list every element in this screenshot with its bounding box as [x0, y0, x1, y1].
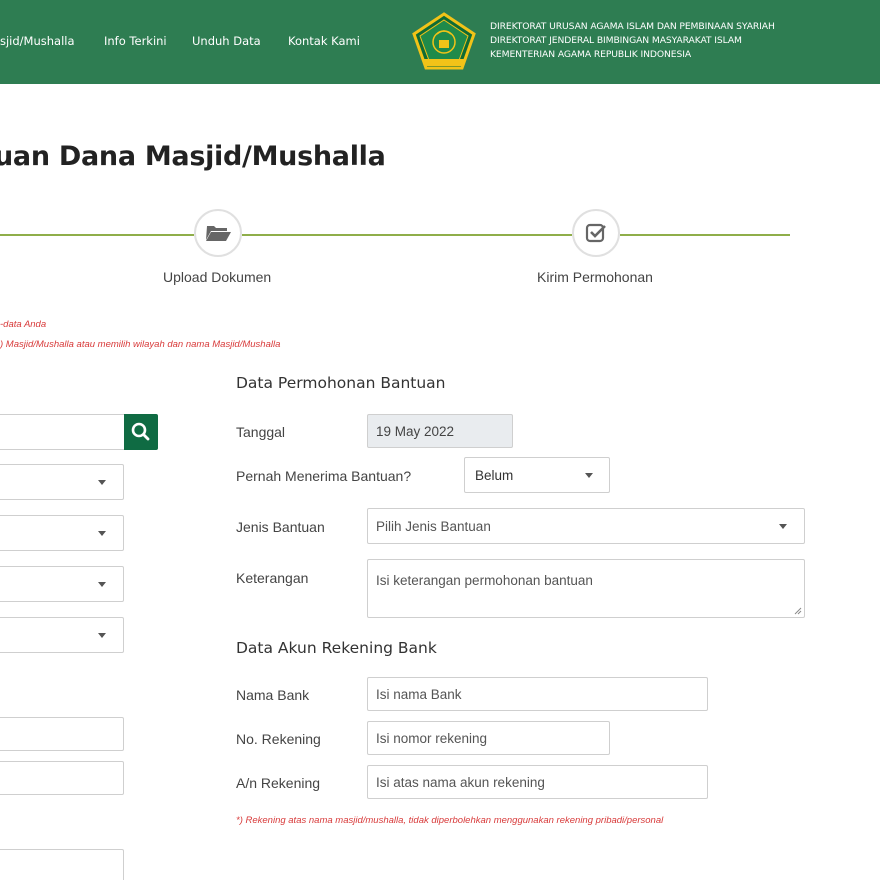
chevron-down-icon: [98, 633, 106, 638]
step-upload-dokumen[interactable]: [194, 209, 242, 257]
header-bar: sjid/Mushalla Info Terkini Unduh Data Ko…: [0, 0, 880, 84]
page-title: uan Dana Masjid/Mushalla: [0, 141, 386, 172]
search-masjid-input[interactable]: [0, 414, 126, 450]
check-square-icon: [585, 223, 606, 243]
pernah-menerima-label: Pernah Menerima Bantuan?: [236, 468, 412, 484]
pernah-menerima-value: Belum: [475, 467, 514, 483]
nama-bank-placeholder: Isi nama Bank: [376, 686, 462, 702]
bank-account-note: *) Rekening atas nama masjid/mushalla, t…: [236, 815, 664, 826]
page: sjid/Mushalla Info Terkini Unduh Data Ko…: [0, 0, 880, 880]
step-connector-3: [620, 234, 790, 236]
folder-open-icon: [206, 226, 231, 241]
chevron-down-icon: [779, 524, 787, 529]
an-rekening-label: A/n Rekening: [236, 775, 321, 791]
jenis-bantuan-label: Jenis Bantuan: [236, 519, 325, 535]
no-rekening-placeholder: Isi nomor rekening: [376, 730, 488, 746]
nav-masjid-mushalla[interactable]: sjid/Mushalla: [0, 34, 75, 48]
instruction-note-2: ) Masjid/Mushalla atau memilih wilayah d…: [0, 339, 281, 350]
organization-name: DIREKTORAT URUSAN AGAMA ISLAM DAN PEMBIN…: [490, 20, 775, 62]
jenis-bantuan-select[interactable]: Pilih Jenis Bantuan: [367, 508, 805, 544]
tanggal-label: Tanggal: [236, 424, 286, 440]
keterangan-textarea[interactable]: Isi keterangan permohonan bantuan: [367, 559, 805, 618]
left-text-input-2[interactable]: [0, 761, 124, 795]
tanggal-value: 19 May 2022: [376, 423, 455, 439]
resize-handle-icon[interactable]: [794, 607, 802, 615]
left-text-input-1[interactable]: [0, 717, 124, 751]
keterangan-placeholder: Isi keterangan permohonan bantuan: [376, 573, 593, 588]
kemenag-logo-icon[interactable]: [410, 12, 478, 72]
chevron-down-icon: [585, 473, 593, 478]
keterangan-label: Keterangan: [236, 570, 309, 586]
section-title-permohonan: Data Permohonan Bantuan: [236, 374, 446, 392]
step-kirim-permohonan[interactable]: [572, 209, 620, 257]
instruction-note-1: -data Anda: [0, 319, 47, 330]
wilayah-select-2[interactable]: [0, 515, 124, 551]
step-connector-2: [242, 234, 572, 236]
nav-kontak-kami[interactable]: Kontak Kami: [288, 34, 360, 48]
nama-bank-label: Nama Bank: [236, 687, 310, 703]
no-rekening-label: No. Rekening: [236, 731, 321, 747]
search-icon: [131, 422, 150, 441]
search-button[interactable]: [124, 414, 158, 450]
tanggal-field: 19 May 2022: [367, 414, 513, 448]
wilayah-select-4[interactable]: [0, 617, 124, 653]
no-rekening-input[interactable]: Isi nomor rekening: [367, 721, 610, 755]
chevron-down-icon: [98, 531, 106, 536]
nama-bank-input[interactable]: Isi nama Bank: [367, 677, 708, 711]
nav-info-terkini[interactable]: Info Terkini: [104, 34, 167, 48]
left-text-input-3[interactable]: [0, 849, 124, 880]
chevron-down-icon: [98, 480, 106, 485]
nav-unduh-data[interactable]: Unduh Data: [192, 34, 261, 48]
step-label-kirim: Kirim Permohonan: [537, 269, 653, 285]
org-line-1: DIREKTORAT URUSAN AGAMA ISLAM DAN PEMBIN…: [490, 21, 775, 32]
chevron-down-icon: [98, 582, 106, 587]
step-label-upload: Upload Dokumen: [163, 269, 272, 285]
jenis-bantuan-value: Pilih Jenis Bantuan: [376, 518, 491, 534]
an-rekening-input[interactable]: Isi atas nama akun rekening: [367, 765, 708, 799]
section-title-bank: Data Akun Rekening Bank: [236, 639, 437, 657]
an-rekening-placeholder: Isi atas nama akun rekening: [376, 774, 545, 790]
org-line-2: DIREKTORAT JENDERAL BIMBINGAN MASYARAKAT…: [490, 35, 742, 46]
org-line-3: KEMENTERIAN AGAMA REPUBLIK INDONESIA: [490, 49, 692, 60]
step-connector-1: [0, 234, 194, 236]
pernah-menerima-select[interactable]: Belum: [464, 457, 610, 493]
wilayah-select-1[interactable]: [0, 464, 124, 500]
wilayah-select-3[interactable]: [0, 566, 124, 602]
